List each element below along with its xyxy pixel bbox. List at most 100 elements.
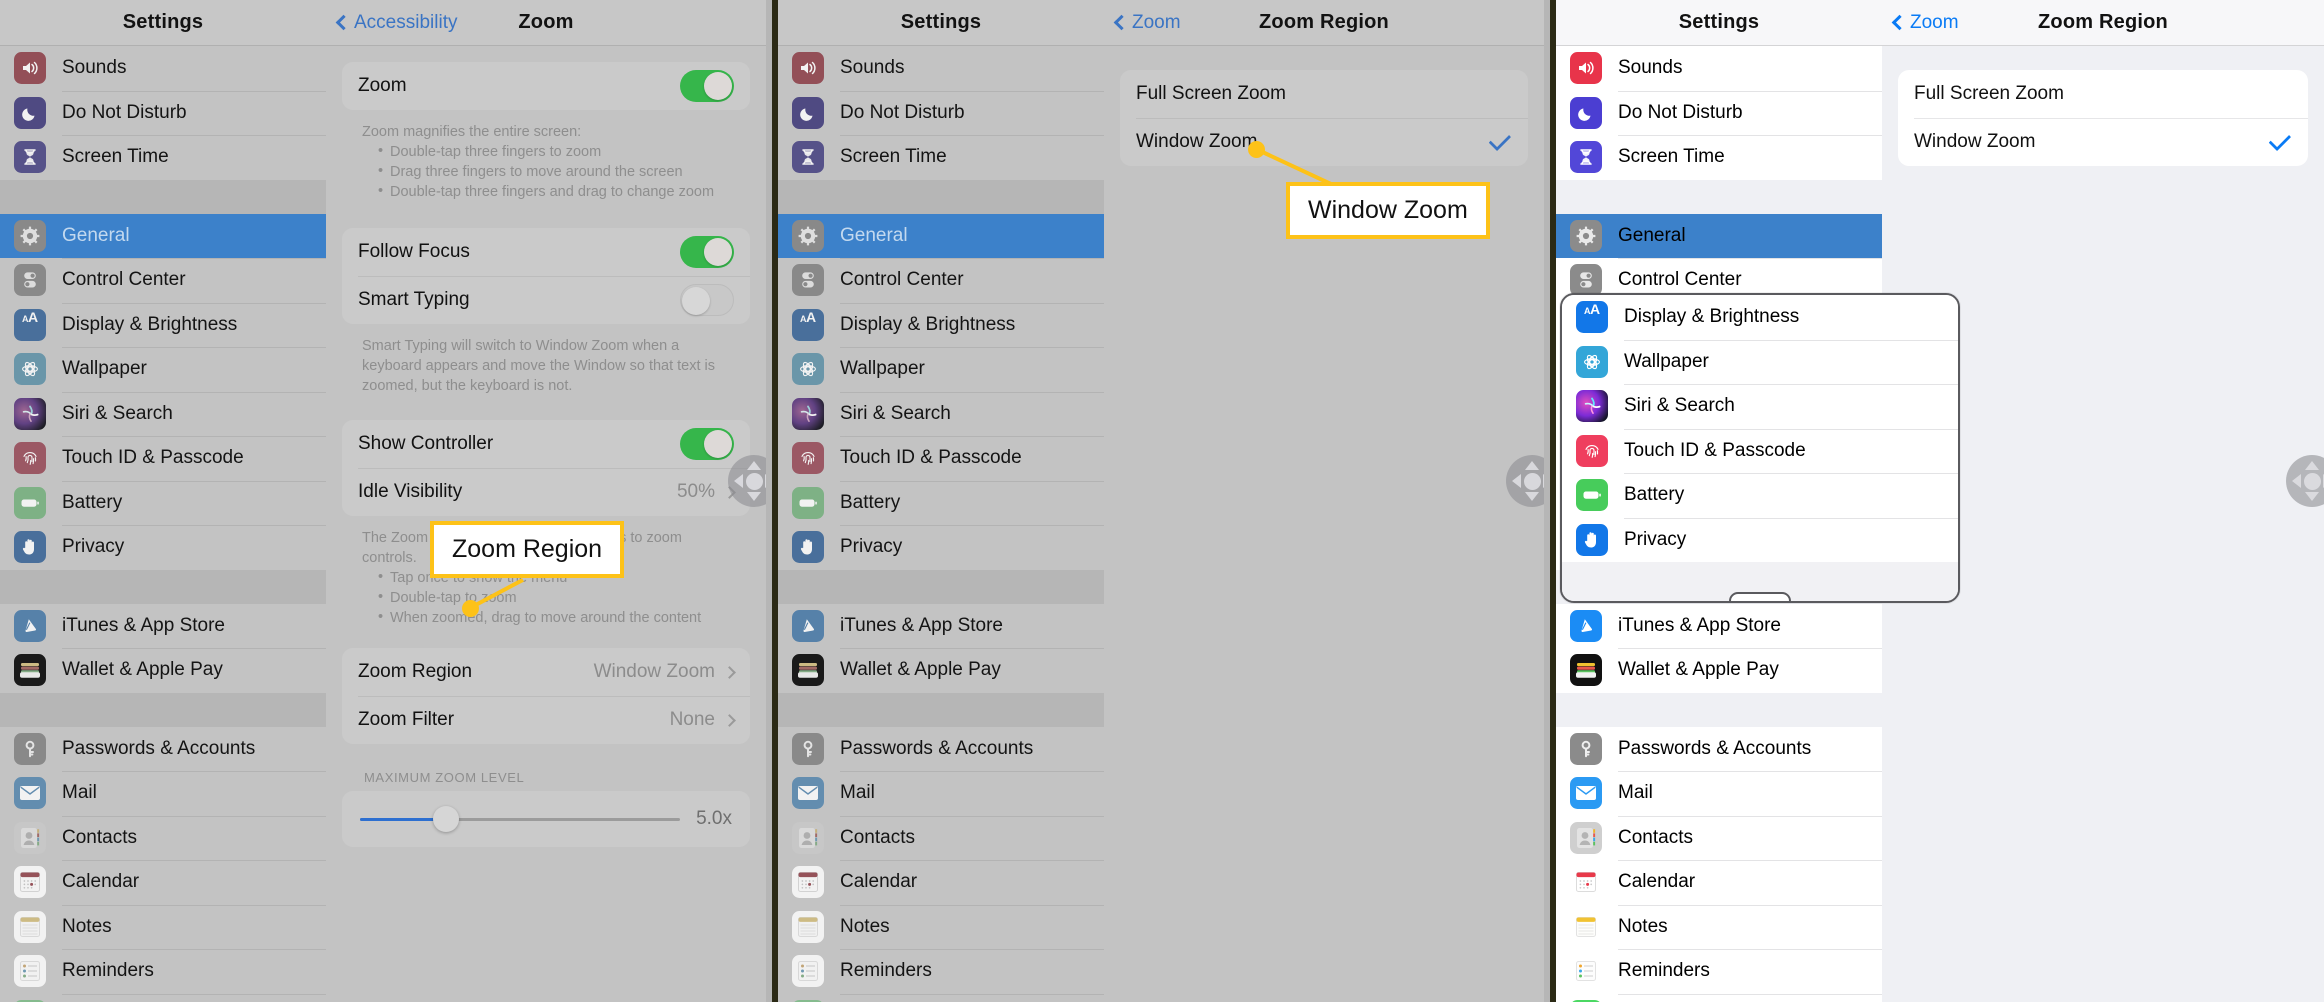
row-smart-typing[interactable]: Smart Typing (342, 276, 750, 324)
sidebar-item-do-not-disturb[interactable]: Do Not Disturb (0, 90, 326, 136)
sidebar-item-messages[interactable]: Messages (778, 993, 1104, 1002)
sidebar-item-control-center[interactable]: Control Center (0, 258, 326, 303)
sidebar-item-notes[interactable]: Notes (778, 904, 1104, 950)
row-zoom-filter[interactable]: Zoom Filter None (342, 696, 750, 744)
sidebar-item-touch-id-passcode[interactable]: Touch ID & Passcode (0, 436, 326, 481)
settings-list-2: Sounds Do Not Disturb Screen Time General Co… (778, 46, 1104, 1002)
sidebar-item-sounds[interactable]: Sounds (778, 46, 1104, 91)
zoom-window-item-battery[interactable]: Battery (1562, 473, 1958, 518)
zoom-toggle-card: Zoom (342, 62, 750, 110)
option-window-zoom[interactable]: Window Zoom (1898, 118, 2308, 166)
sidebar-item-screen-time[interactable]: Screen Time (778, 135, 1104, 180)
sidebar-item-battery[interactable]: Battery (778, 480, 1104, 526)
sidebar-item-notes[interactable]: Notes (1556, 904, 1882, 950)
sidebar-item-messages[interactable]: Messages (0, 993, 326, 1002)
sidebar-item-contacts[interactable]: Contacts (0, 815, 326, 861)
sidebar-item-wallpaper[interactable]: Wallpaper (778, 347, 1104, 392)
sidebar-item-itunes-app-store[interactable]: iTunes & App Store (778, 604, 1104, 649)
back-button-zoom[interactable]: Zoom (1891, 12, 1959, 34)
sidebar-item-contacts[interactable]: Contacts (778, 815, 1104, 861)
sidebar-item-sounds[interactable]: Sounds (0, 46, 326, 91)
sidebar-item-notes[interactable]: Notes (0, 904, 326, 950)
touch-id-icon (1576, 434, 1608, 467)
zoom-window-item-touch-id-passcode[interactable]: Touch ID & Passcode (1562, 428, 1958, 473)
sidebar-item-reminders[interactable]: Reminders (1556, 949, 1882, 994)
settings-group-separator (0, 569, 326, 604)
zoom-window-overlay[interactable]: A A Display & Brightness Wallpaper Siri & Se… (1560, 293, 1960, 603)
row-follow-focus[interactable]: Follow Focus (342, 228, 750, 276)
sidebar-item-control-center[interactable]: Control Center (778, 258, 1104, 303)
row-zoom-region[interactable]: Zoom Region Window Zoom (342, 648, 750, 696)
sidebar-item-passwords-accounts[interactable]: Passwords & Accounts (1556, 727, 1882, 772)
sidebar-item-reminders[interactable]: Reminders (778, 949, 1104, 994)
option-window-zoom[interactable]: Window Zoom (1120, 118, 1528, 166)
sidebar-item-contacts[interactable]: Contacts (1556, 815, 1882, 861)
sidebar-item-wallet-apple-pay[interactable]: Wallet & Apple Pay (778, 648, 1104, 693)
zoom-help-bullet: Drag three fingers to move around the sc… (378, 161, 730, 182)
sidebar-item-calendar[interactable]: Calendar (1556, 860, 1882, 905)
sidebar-item-mail[interactable]: Mail (0, 771, 326, 816)
back-button-zoom[interactable]: Zoom (1113, 12, 1181, 34)
sidebar-item-wallpaper[interactable]: Wallpaper (0, 347, 326, 392)
zoom-window-drag-handle[interactable] (1729, 592, 1791, 601)
zoom-window-item-display-brightness[interactable]: A A Display & Brightness (1562, 295, 1958, 340)
chevron-left-icon (1891, 14, 1908, 31)
sidebar-item-calendar[interactable]: Calendar (0, 860, 326, 905)
smart-typing-toggle[interactable] (680, 284, 734, 316)
row-idle-visibility[interactable]: Idle Visibility 50% (342, 468, 750, 516)
zoom-window-item-wallpaper[interactable]: Wallpaper (1562, 339, 1958, 384)
sidebar-item-do-not-disturb[interactable]: Do Not Disturb (1556, 90, 1882, 136)
sidebar-item-itunes-app-store[interactable]: iTunes & App Store (1556, 604, 1882, 649)
sidebar-item-display-brightness[interactable]: AA Display & Brightness (0, 302, 326, 348)
display-brightness-icon: AA (792, 308, 824, 341)
row-show-controller[interactable]: Show Controller (342, 420, 750, 468)
follow-focus-toggle[interactable] (680, 236, 734, 268)
sidebar-item-label: iTunes & App Store (62, 614, 226, 636)
sidebar-item-sounds[interactable]: Sounds (1556, 46, 1882, 91)
sidebar-item-privacy[interactable]: Privacy (778, 525, 1104, 570)
sidebar-item-do-not-disturb[interactable]: Do Not Disturb (778, 90, 1104, 136)
option-full-screen-zoom[interactable]: Full Screen Zoom (1120, 70, 1528, 118)
zoom-window-item-privacy[interactable]: Privacy (1562, 517, 1958, 562)
sidebar-item-privacy[interactable]: Privacy (0, 525, 326, 570)
option-full-screen-zoom[interactable]: Full Screen Zoom (1898, 70, 2308, 118)
app-store-icon (1570, 609, 1602, 642)
max-zoom-slider[interactable] (360, 806, 681, 832)
sidebar-item-display-brightness[interactable]: AA Display & Brightness (778, 302, 1104, 348)
zoom-toggle[interactable] (680, 70, 734, 102)
sidebar-item-general[interactable]: General (0, 213, 326, 258)
sidebar-item-mail[interactable]: Mail (778, 771, 1104, 816)
zoom-window-item-siri-search[interactable]: Siri & Search (1562, 384, 1958, 429)
sidebar-item-wallet-apple-pay[interactable]: Wallet & Apple Pay (1556, 648, 1882, 693)
sidebar-item-battery[interactable]: Battery (0, 480, 326, 526)
max-zoom-slider-row[interactable]: 5.0x (342, 791, 750, 847)
sidebar-item-passwords-accounts[interactable]: Passwords & Accounts (0, 727, 326, 772)
sidebar-item-screen-time[interactable]: Screen Time (1556, 135, 1882, 180)
sidebar-item-siri-search[interactable]: Siri & Search (778, 391, 1104, 437)
zoom-controller-puck-2[interactable] (1506, 455, 1544, 507)
sidebar-item-label: Control Center (1618, 269, 1742, 291)
back-button-accessibility[interactable]: Accessibility (335, 12, 457, 34)
sidebar-item-messages[interactable]: Messages (1556, 993, 1882, 1002)
settings-sidebar-2[interactable]: Settings Sounds Do Not Disturb Screen Time… (778, 0, 1104, 1002)
zoom-controller-puck-3[interactable] (2286, 455, 2324, 507)
sidebar-item-general[interactable]: General (778, 213, 1104, 258)
zoom-region-panel-1[interactable]: Zoom Zoom Region Full Screen Zoom Window… (1104, 0, 1544, 1002)
controller-help-bullet: When zoomed, drag to move around the con… (378, 607, 730, 628)
zoom-window-item-label: Display & Brightness (1624, 306, 1800, 328)
sidebar-item-mail[interactable]: Mail (1556, 771, 1882, 816)
sidebar-item-itunes-app-store[interactable]: iTunes & App Store (0, 604, 326, 649)
sidebar-item-general[interactable]: General (1556, 213, 1882, 258)
sidebar-item-reminders[interactable]: Reminders (0, 949, 326, 994)
sidebar-item-siri-search[interactable]: Siri & Search (0, 391, 326, 437)
show-controller-toggle[interactable] (680, 428, 734, 460)
slider-thumb[interactable] (433, 806, 460, 832)
sidebar-item-screen-time[interactable]: Screen Time (0, 135, 326, 180)
row-zoom[interactable]: Zoom (342, 62, 750, 110)
sidebar-item-calendar[interactable]: Calendar (778, 860, 1104, 905)
sidebar-item-wallet-apple-pay[interactable]: Wallet & Apple Pay (0, 648, 326, 693)
sidebar-item-passwords-accounts[interactable]: Passwords & Accounts (778, 727, 1104, 772)
zoom-detail-panel[interactable]: Accessibility Zoom Zoom Zoom magnifies t… (326, 0, 766, 1002)
settings-sidebar-1[interactable]: Settings Sounds Do Not Disturb Screen Time… (0, 0, 326, 1002)
sidebar-item-touch-id-passcode[interactable]: Touch ID & Passcode (778, 436, 1104, 481)
